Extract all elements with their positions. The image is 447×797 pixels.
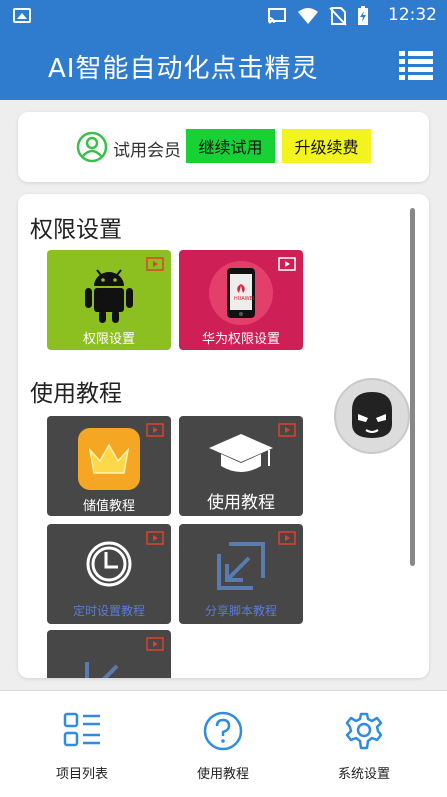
import-arrow-icon [217,542,265,590]
tile-share-script-tutorial[interactable]: 分享脚本教程 [179,524,303,624]
tile-huawei-permission[interactable]: HUAWEI 华为权限设置 [179,250,303,350]
tile-timer-tutorial[interactable]: 定时设置教程 [47,524,171,624]
floating-assistant-button[interactable] [334,378,410,454]
cast-icon [268,8,286,24]
huawei-phone-icon [209,261,273,325]
video-badge-icon [278,257,296,271]
section-title-tutorials: 使用教程 [30,381,122,407]
video-badge-icon [146,637,164,651]
wifi-icon [298,8,318,24]
help-question-icon [203,711,243,751]
android-icon [85,269,133,323]
list-grid-icon [63,712,100,747]
membership-card: 试用会员 继续试用 升级续费 [18,112,429,182]
video-badge-icon [278,531,296,545]
tile-label: 分享脚本教程 [204,604,277,618]
gear-icon [345,712,383,750]
nav-system-settings[interactable]: 系统设置 [304,691,424,797]
member-status-label: 试用会员 [113,141,181,161]
graduation-cap-icon [209,434,273,472]
nav-label: 项目列表 [55,767,108,782]
upgrade-renew-button[interactable]: 升级续费 [282,129,371,163]
tile-label: 定时设置教程 [72,604,145,618]
tile-permission-settings[interactable]: 权限设置 [47,250,171,350]
status-bar: 12:32 [0,0,447,32]
app-bar: AI智能自动化点击精灵 [0,32,447,100]
nav-label: 系统设置 [337,767,390,782]
nav-label: 使用教程 [196,767,249,782]
video-badge-icon [146,257,164,271]
tile-partial[interactable] [47,630,171,678]
video-badge-icon [146,423,164,437]
nav-usage-tutorial[interactable]: 使用教程 [163,691,283,797]
video-badge-icon [146,531,164,545]
bottom-navigation: 项目列表 使用教程 系统设置 [0,690,447,797]
scrollbar[interactable] [410,208,415,566]
tile-usage-tutorial[interactable]: 使用教程 [179,416,303,516]
tile-label: 使用教程 [207,493,275,513]
tile-recharge-tutorial[interactable]: 储值教程 [47,416,171,516]
gallery-icon [13,8,31,23]
huawei-brand-text: HUAWEI [234,296,255,302]
battery-charging-icon [358,6,368,25]
section-title-permissions: 权限设置 [30,217,122,243]
no-sim-icon [329,7,347,26]
user-avatar-icon [76,131,108,163]
robot-face-icon [352,392,392,438]
nav-project-list[interactable]: 项目列表 [22,691,142,797]
list-menu-icon[interactable] [399,50,433,80]
status-time: 12:32 [388,5,437,25]
app-title: AI智能自动化点击精灵 [48,54,319,84]
tile-label: 华为权限设置 [201,332,280,347]
tile-label: 储值教程 [82,499,135,514]
tile-label: 权限设置 [82,332,135,347]
video-badge-icon [278,423,296,437]
crown-icon [78,428,140,490]
clock-icon [86,541,132,587]
continue-trial-button[interactable]: 继续试用 [186,129,275,163]
import-arrow-icon [85,662,119,678]
